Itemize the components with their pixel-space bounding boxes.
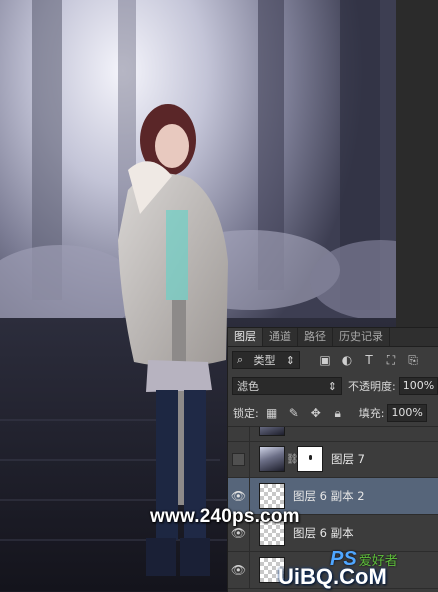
shape-filter-icon[interactable]: ⛶ <box>384 353 398 367</box>
layer-row[interactable]: ⛓ 图层 7 <box>228 441 438 478</box>
lock-transparency-icon[interactable]: ▦ <box>265 406 279 420</box>
blend-mode-select[interactable]: 滤色 ⇕ <box>232 377 342 395</box>
visibility-toggle[interactable] <box>228 441 250 477</box>
visibility-toggle[interactable] <box>228 427 250 441</box>
layer-filter-bar: ⌕ 类型 ⇕ ▣ ◐ T ⛶ ⎘ <box>228 349 438 371</box>
site-watermark: www.240ps.com <box>150 506 300 527</box>
eye-icon: 👁︎ <box>230 526 247 540</box>
tab-channels[interactable]: 通道 <box>263 328 298 346</box>
filter-kind-label: 类型 <box>253 354 276 367</box>
lock-icons: ▦ ✎ ✥ 🔒︎ <box>265 406 345 421</box>
lock-position-move-icon[interactable]: ✥ <box>309 406 323 420</box>
filter-icons: ▣ ◐ T ⛶ ⎘ <box>318 353 420 368</box>
filter-kind-select[interactable]: ⌕ 类型 ⇕ <box>232 351 300 369</box>
chevron-updown-icon: ⇕ <box>327 379 337 393</box>
workspace-background <box>396 0 438 330</box>
layer-thumbnail <box>259 427 285 436</box>
layer-thumbnail <box>259 446 285 472</box>
chevron-updown-icon: ⇕ <box>285 353 295 367</box>
blend-bar: 滤色 ⇕ 不透明度: 100% <box>228 375 438 397</box>
eye-icon: 👁︎ <box>230 489 247 503</box>
adjustment-filter-icon[interactable]: ◐ <box>340 353 354 367</box>
search-icon: ⌕ <box>237 353 244 366</box>
layer-mask-thumbnail[interactable] <box>297 446 323 472</box>
layer-name: 图层 6 副本 2 <box>293 489 365 503</box>
tab-paths[interactable]: 路径 <box>298 328 333 346</box>
opacity-label: 不透明度: <box>348 380 396 393</box>
tab-history[interactable]: 历史记录 <box>333 328 390 346</box>
visibility-off-box <box>232 452 245 466</box>
panel-tabs: 图层 通道 路径 历史记录 <box>228 328 438 347</box>
fill-field[interactable]: 100% <box>387 404 427 422</box>
lock-all-icon[interactable]: 🔒︎ <box>331 406 345 420</box>
image-filter-icon[interactable]: ▣ <box>318 353 332 367</box>
link-chain-icon[interactable]: ⛓ <box>286 454 299 465</box>
fill-label: 填充: <box>358 407 385 420</box>
layer-row[interactable] <box>228 427 438 442</box>
lock-bar: 锁定: ▦ ✎ ✥ 🔒︎ 填充: 100% <box>228 402 438 424</box>
visibility-toggle[interactable]: 👁︎ <box>228 552 250 588</box>
lock-label: 锁定: <box>233 407 259 420</box>
type-filter-icon[interactable]: T <box>362 353 376 367</box>
eye-icon: 👁︎ <box>230 563 247 577</box>
smart-object-filter-icon[interactable]: ⎘ <box>406 353 420 367</box>
blend-mode-value: 滤色 <box>237 380 259 393</box>
lock-pixels-brush-icon[interactable]: ✎ <box>287 406 301 420</box>
opacity-field[interactable]: 100% <box>398 377 438 395</box>
uibq-watermark: UiBQ.CoM <box>278 564 387 589</box>
tab-layers[interactable]: 图层 <box>228 328 263 346</box>
layer-name: 图层 6 副本 <box>293 526 354 540</box>
layer-name: 图层 7 <box>331 452 365 466</box>
